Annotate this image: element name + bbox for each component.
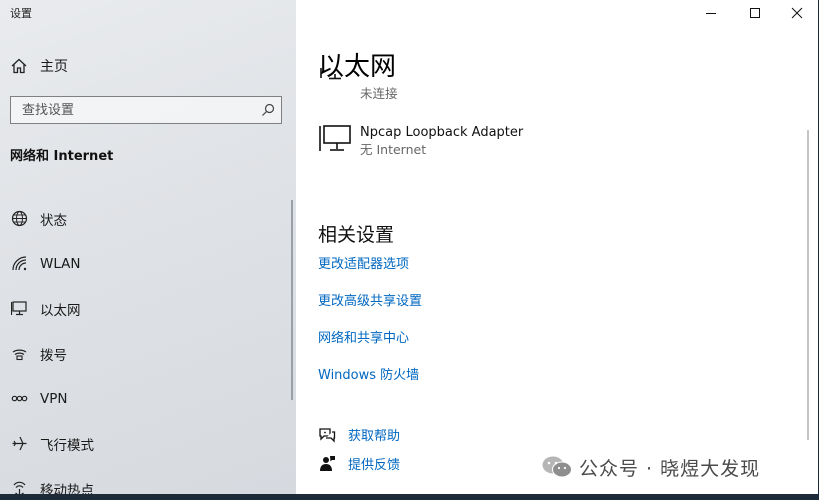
windows-firewall-link[interactable]: Windows 防火墙 (318, 364, 419, 383)
nav-section-heading: 网络和 Internet (10, 149, 114, 164)
nav-list: 状态 WLAN 以太网 拨号 VPN 飞行模式 移动热点 (0, 196, 296, 494)
hotspot-icon (10, 480, 28, 494)
sidebar-item-airplane[interactable]: 飞行模式 (0, 421, 296, 466)
sidebar-item-label: 移动热点 (40, 482, 94, 495)
sidebar-item-hotspot[interactable]: 移动热点 (0, 466, 296, 494)
related-settings-heading: 相关设置 (318, 224, 395, 246)
sharing-center-link[interactable]: 网络和共享中心 (318, 327, 409, 346)
ethernet-icon (10, 300, 28, 318)
sidebar-item-dialup[interactable]: 拨号 (0, 331, 296, 376)
get-help-link[interactable]: 获取帮助 (318, 425, 400, 444)
adapter-item[interactable]: 未连接 (318, 68, 398, 103)
feedback-label: 提供反馈 (348, 458, 401, 473)
search-input[interactable] (22, 102, 255, 118)
close-icon (791, 7, 803, 19)
adapter-item[interactable]: Npcap Loopback Adapter 无 Internet (318, 124, 523, 159)
home-icon (11, 58, 27, 74)
nav-pane: 设置 主页 网络和 Internet (0, 0, 296, 494)
maximize-button[interactable] (733, 0, 777, 26)
settings-window: 设置 主页 网络和 Internet (0, 0, 818, 494)
adapter-status: 未连接 (360, 86, 398, 101)
ethernet-adapter-icon (320, 68, 341, 80)
watermark-text: 公众号 · 晓煜大发现 (579, 457, 761, 480)
sidebar-item-label: VPN (40, 390, 68, 407)
vpn-icon (10, 390, 28, 408)
nav-scrollbar[interactable] (291, 200, 293, 400)
sidebar-item-label: WLAN (40, 255, 81, 272)
search-box[interactable] (10, 96, 282, 124)
content-pane: 以太网 未连接 Npcap Loopback Adapter 无 Interne… (296, 0, 818, 494)
advanced-sharing-link[interactable]: 更改高级共享设置 (318, 290, 422, 309)
wechat-logo-icon (542, 456, 572, 478)
get-help-label: 获取帮助 (348, 429, 401, 444)
home-label: 主页 (40, 59, 68, 75)
adapter-name: Npcap Loopback Adapter (360, 125, 524, 140)
home-button[interactable]: 主页 (10, 56, 68, 76)
sidebar-item-wlan[interactable]: WLAN (0, 241, 296, 286)
sidebar-item-label: 飞行模式 (40, 437, 94, 454)
wifi-icon (10, 255, 28, 273)
change-adapter-options-link[interactable]: 更改适配器选项 (318, 253, 409, 272)
airplane-icon (10, 435, 28, 453)
globe-status-icon (10, 210, 28, 228)
content-scrollbar[interactable] (807, 130, 809, 440)
minimize-button[interactable] (689, 0, 733, 26)
sidebar-item-ethernet[interactable]: 以太网 (0, 286, 296, 331)
search-icon[interactable] (255, 97, 281, 123)
adapter-status: 无 Internet (360, 142, 427, 157)
sidebar-item-label: 拨号 (40, 347, 67, 364)
sidebar-item-label: 状态 (40, 212, 67, 229)
dialup-icon (10, 345, 28, 363)
chat-help-icon (319, 427, 336, 443)
feedback-link[interactable]: 提供反馈 (318, 454, 400, 473)
app-title: 设置 (10, 7, 32, 20)
sidebar-item-status[interactable]: 状态 (0, 196, 296, 241)
maximize-icon (750, 8, 760, 18)
minimize-icon (706, 13, 716, 14)
close-button[interactable] (775, 0, 818, 26)
ethernet-adapter-icon (319, 125, 351, 151)
sidebar-item-label: 以太网 (40, 302, 81, 319)
feedback-person-icon (320, 455, 335, 471)
watermark: 公众号 · 晓煜大发现 (541, 454, 760, 480)
sidebar-item-vpn[interactable]: VPN (0, 376, 296, 421)
